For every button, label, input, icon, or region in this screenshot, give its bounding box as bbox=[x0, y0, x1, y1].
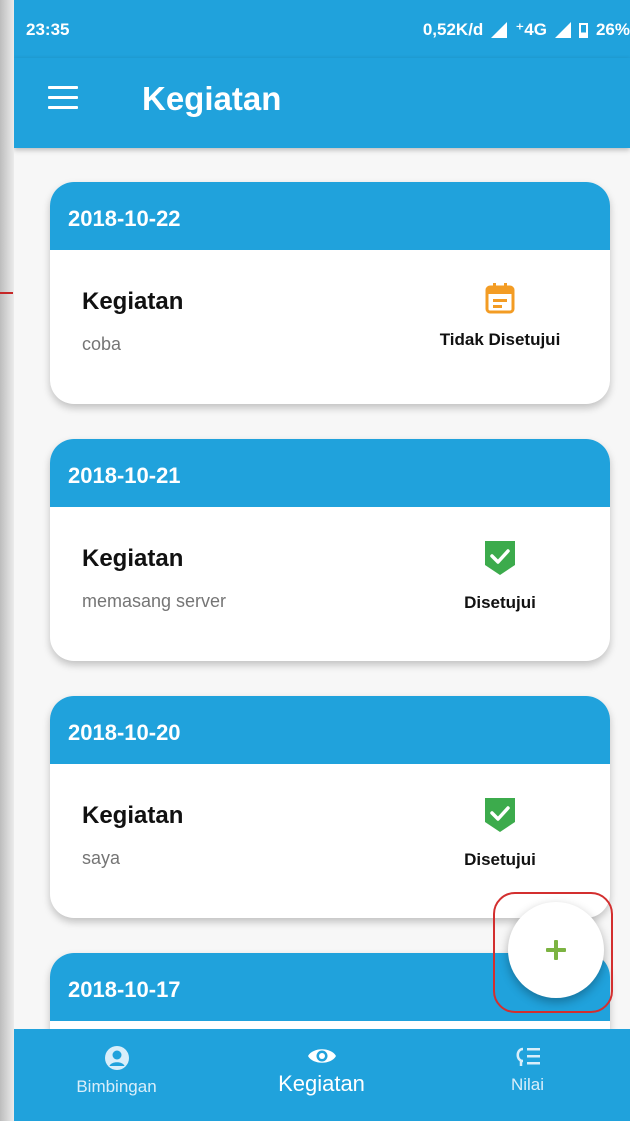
activity-status: Disetujui bbox=[410, 796, 590, 870]
network-type: ⁺4G bbox=[515, 20, 547, 39]
activity-card[interactable]: 2018-10-21 Kegiatan memasang server Dise… bbox=[50, 439, 610, 661]
activity-title: Kegiatan bbox=[82, 802, 184, 829]
hamburger-menu-icon[interactable] bbox=[48, 86, 78, 110]
nav-label: Nilai bbox=[510, 1075, 545, 1094]
activity-date: 2018-10-20 bbox=[50, 696, 610, 764]
activity-card[interactable]: 2018-10-22 Kegiatan coba Tidak Disetujui bbox=[50, 182, 610, 404]
nav-item-kegiatan[interactable]: Kegiatan bbox=[219, 1029, 424, 1121]
activity-status: Disetujui bbox=[410, 539, 590, 613]
person-circle-icon bbox=[104, 1046, 129, 1070]
status-label: Tidak Disetujui bbox=[439, 330, 561, 349]
eye-icon bbox=[307, 1049, 336, 1063]
status-bar: 23:35 0,52K/d ⁺4G 26% bbox=[14, 0, 630, 58]
shield-check-icon bbox=[485, 541, 515, 575]
activity-status: Tidak Disetujui bbox=[410, 282, 590, 350]
list-icon bbox=[516, 1047, 540, 1066]
activity-date: 2018-10-21 bbox=[50, 439, 610, 507]
nav-label: Bimbingan bbox=[76, 1077, 157, 1096]
nav-label: Kegiatan bbox=[278, 1071, 365, 1096]
activity-title: Kegiatan bbox=[82, 545, 184, 572]
nav-item-bimbingan[interactable]: Bimbingan bbox=[14, 1029, 219, 1121]
activity-list[interactable]: 2018-10-22 Kegiatan coba Tidak Disetujui… bbox=[14, 148, 630, 1029]
status-indicators: 0,52K/d ⁺4G 26% bbox=[423, 20, 630, 40]
annotation-line bbox=[0, 292, 13, 294]
calendar-icon bbox=[485, 283, 515, 314]
shield-check-icon bbox=[485, 798, 515, 832]
battery-icon bbox=[578, 22, 588, 38]
battery-level: 26% bbox=[595, 20, 630, 39]
activity-description: memasang server bbox=[82, 591, 227, 611]
plus-icon bbox=[546, 940, 566, 960]
status-label: Disetujui bbox=[464, 593, 536, 612]
status-time: 23:35 bbox=[26, 20, 70, 39]
activity-card[interactable]: 2018-10-20 Kegiatan saya Disetujui bbox=[50, 696, 610, 918]
network-speed: 0,52K/d bbox=[422, 20, 484, 39]
page-title: Kegiatan bbox=[142, 80, 282, 117]
activity-description: coba bbox=[82, 334, 122, 354]
app-bar: Kegiatan bbox=[14, 58, 630, 148]
nav-item-nilai[interactable]: Nilai bbox=[425, 1029, 630, 1121]
status-label: Disetujui bbox=[464, 850, 536, 869]
signal-icon bbox=[491, 22, 508, 38]
add-activity-button[interactable] bbox=[508, 902, 604, 998]
activity-date: 2018-10-22 bbox=[50, 182, 610, 250]
activity-title: Kegiatan bbox=[82, 288, 184, 315]
bottom-navigation: Bimbingan Kegiatan Nilai bbox=[14, 1029, 630, 1121]
signal-icon-2 bbox=[554, 22, 571, 38]
activity-description: saya bbox=[82, 848, 121, 868]
